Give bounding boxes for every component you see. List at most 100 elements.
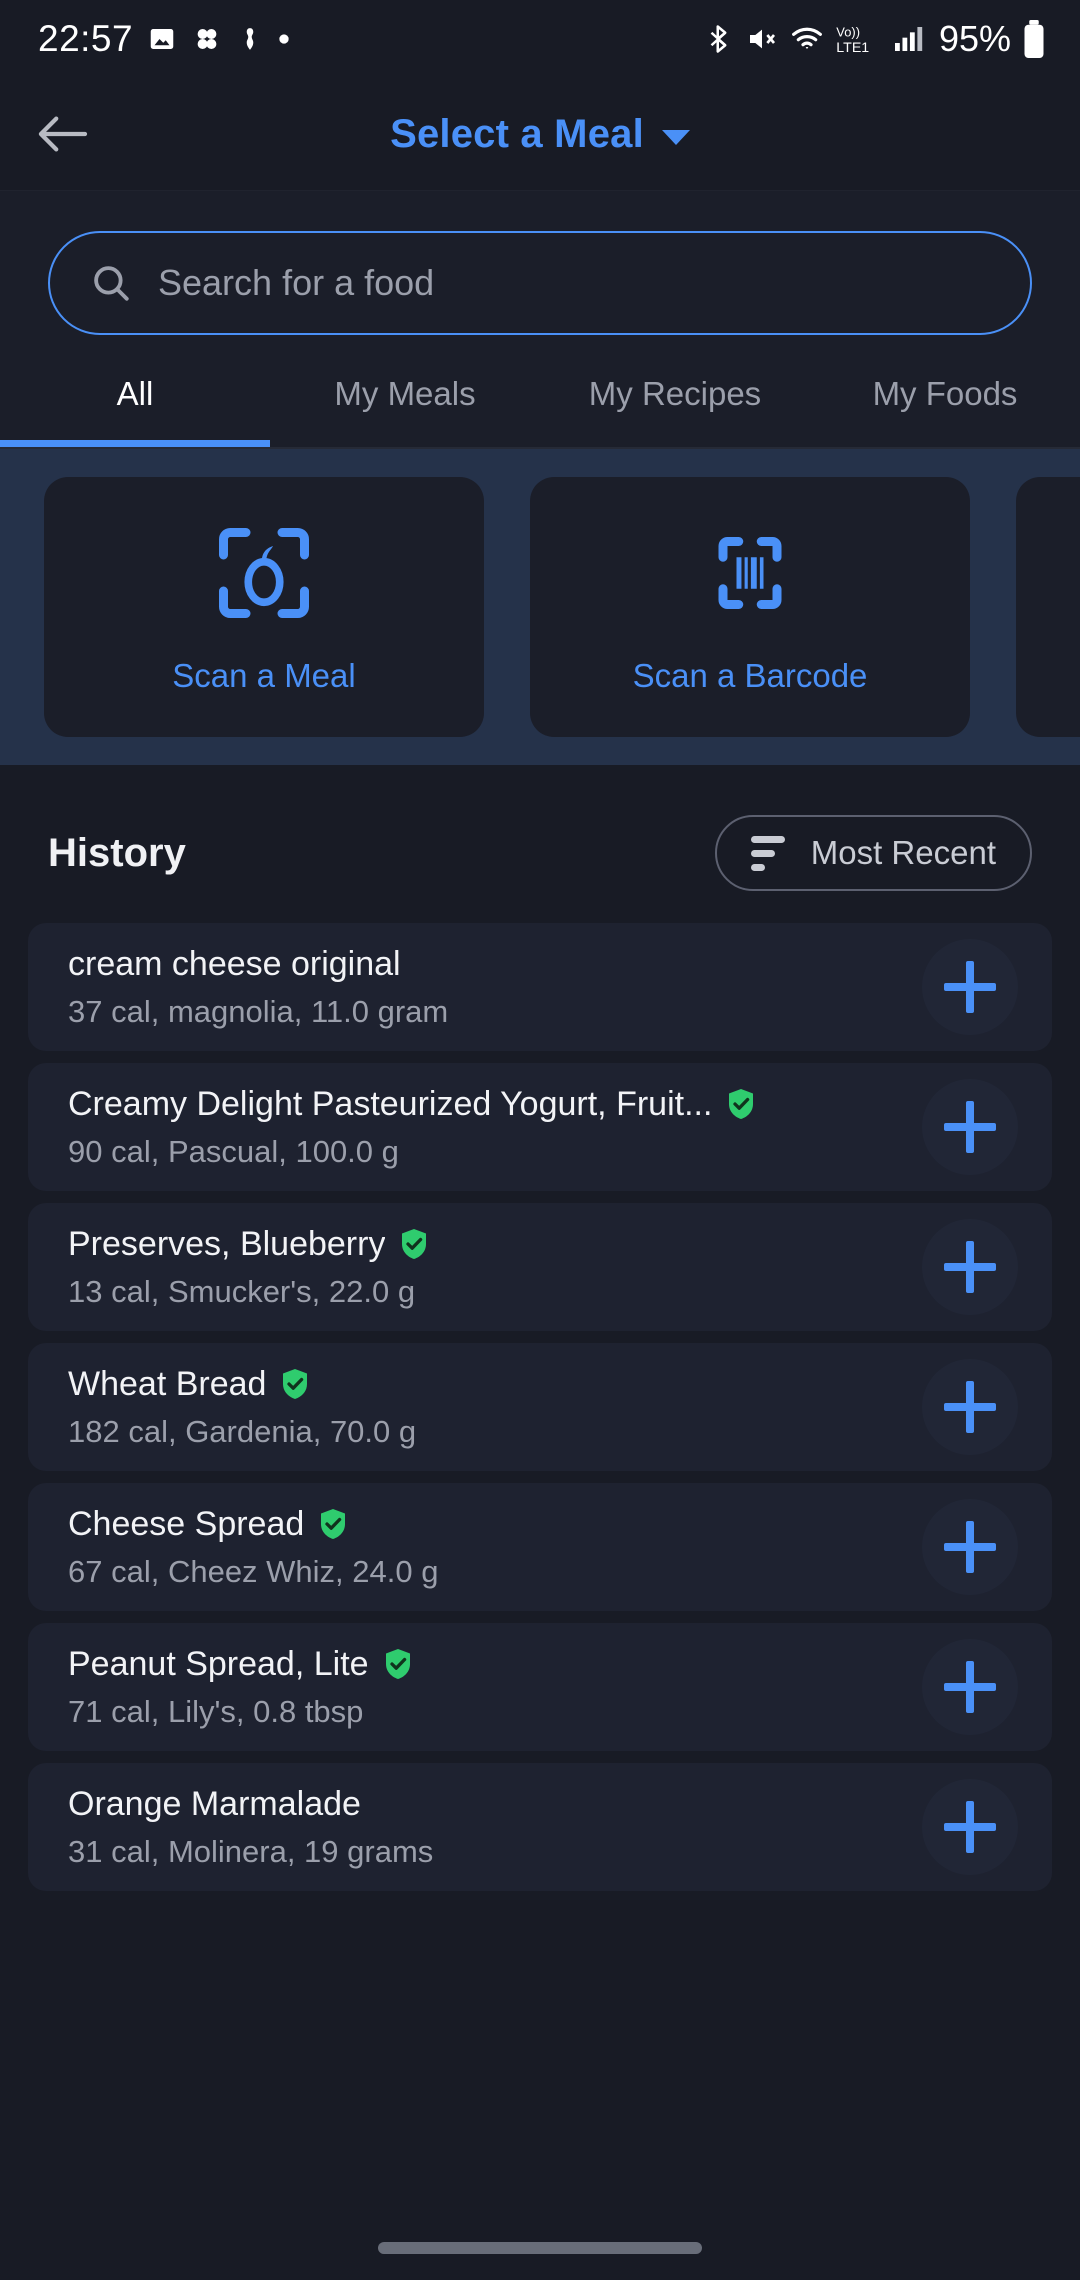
tab-my-recipes[interactable]: My Recipes (540, 375, 810, 447)
plus-icon (944, 1241, 996, 1293)
food-details: 90 cal, Pascual, 100.0 g (68, 1133, 399, 1169)
status-bar-left: 22:57 (38, 18, 291, 60)
verified-badge-icon (402, 1229, 427, 1259)
image-icon (150, 29, 174, 49)
chevron-down-icon[interactable] (661, 129, 690, 145)
back-button[interactable] (14, 86, 110, 182)
wifi-icon (792, 27, 822, 50)
tab-bar: All My Meals My Recipes My Foods (0, 375, 1080, 447)
signal-icon (894, 27, 923, 51)
verified-badge-icon (729, 1089, 754, 1119)
scan-a-barcode-card[interactable]: Scan a Barcode (530, 477, 970, 737)
back-arrow-icon (38, 116, 88, 152)
mute-icon (749, 29, 775, 49)
food-name: Wheat Bread (68, 1364, 267, 1403)
tab-all[interactable]: All (0, 375, 270, 447)
sort-button[interactable]: Most Recent (714, 815, 1032, 891)
food-text: cream cheese original 37 cal, magnolia, … (68, 945, 922, 1030)
food-name: Cheese Spread (68, 1504, 305, 1543)
food-text: Peanut Spread, Lite 71 cal, Lily's, 0.8 … (68, 1645, 922, 1730)
food-text: Creamy Delight Pasteurized Yogurt, Fruit… (68, 1085, 922, 1170)
add-food-button[interactable] (922, 1359, 1018, 1455)
add-food-button[interactable] (922, 939, 1018, 1035)
sort-label: Most Recent (810, 834, 996, 871)
list-item[interactable]: Preserves, Blueberry 13 cal, Smucker's, … (28, 1203, 1052, 1331)
page-title[interactable]: Select a Meal (390, 112, 644, 157)
app-bar-title-group[interactable]: Select a Meal (0, 112, 1080, 157)
plus-icon (944, 1661, 996, 1713)
verified-badge-icon (283, 1369, 308, 1399)
app-bar: Select a Meal (0, 78, 1080, 190)
list-item[interactable]: Wheat Bread 182 cal, Gardenia, 70.0 g (28, 1343, 1052, 1471)
plus-icon (944, 1381, 996, 1433)
food-details: 182 cal, Gardenia, 70.0 g (68, 1413, 417, 1449)
list-item[interactable]: Orange Marmalade 31 cal, Molinera, 19 gr… (28, 1763, 1052, 1891)
search-input[interactable]: Search for a food (48, 231, 1032, 335)
food-name-row: Wheat Bread (68, 1365, 922, 1404)
scan-actions-strip[interactable]: Scan a Meal Scan a Barcode (0, 449, 1080, 765)
status-bar-clock: 22:57 (38, 18, 134, 59)
food-details: 13 cal, Smucker's, 22.0 g (68, 1273, 416, 1309)
search-icon (94, 266, 129, 301)
scan-card-partial[interactable] (1016, 477, 1080, 737)
plus-icon (944, 1101, 996, 1153)
verified-badge-icon (385, 1649, 410, 1679)
food-name: Peanut Spread, Lite (68, 1644, 369, 1683)
scan-a-meal-label: Scan a Meal (172, 657, 356, 694)
list-item[interactable]: cream cheese original 37 cal, magnolia, … (28, 923, 1052, 1051)
search-placeholder: Search for a food (158, 262, 435, 303)
food-text: Preserves, Blueberry 13 cal, Smucker's, … (68, 1225, 922, 1310)
gesture-bar[interactable] (378, 2242, 702, 2254)
food-name-row: Preserves, Blueberry (68, 1225, 922, 1264)
scan-barcode-icon (718, 537, 782, 609)
food-name-row: Creamy Delight Pasteurized Yogurt, Fruit… (68, 1085, 922, 1124)
tab-my-foods[interactable]: My Foods (810, 375, 1080, 447)
food-details: 67 cal, Cheez Whiz, 24.0 g (68, 1553, 439, 1589)
plus-icon (944, 1521, 996, 1573)
history-title: History (48, 830, 186, 875)
plus-icon (944, 961, 996, 1013)
food-details: 31 cal, Molinera, 19 grams (68, 1833, 434, 1869)
sort-descending-icon (750, 835, 785, 871)
svg-text:LTE1: LTE1 (836, 40, 869, 56)
battery-icon (1024, 20, 1044, 58)
food-name: Orange Marmalade (68, 1784, 361, 1823)
tab-active-indicator (0, 440, 270, 447)
svg-text:Vo)): Vo)) (836, 24, 860, 39)
history-header: History Most Recent (0, 765, 1080, 923)
food-name-row: Cheese Spread (68, 1505, 922, 1544)
tab-my-meals[interactable]: My Meals (270, 375, 540, 447)
food-name-row: cream cheese original (68, 945, 922, 984)
food-text: Wheat Bread 182 cal, Gardenia, 70.0 g (68, 1365, 922, 1450)
list-item[interactable]: Creamy Delight Pasteurized Yogurt, Fruit… (28, 1063, 1052, 1191)
food-text: Cheese Spread 67 cal, Cheez Whiz, 24.0 g (68, 1505, 922, 1590)
add-food-button[interactable] (922, 1639, 1018, 1735)
status-bar: 22:57 Vo)) LTE1 95% (0, 0, 1080, 78)
verified-badge-icon (321, 1509, 346, 1539)
scan-meal-icon (219, 528, 309, 618)
plus-icon (944, 1801, 996, 1853)
food-name-row: Peanut Spread, Lite (68, 1645, 922, 1684)
volte-lte1-icon: Vo)) LTE1 (836, 24, 869, 56)
search-section: Search for a food All My Meals My Recipe… (0, 190, 1080, 449)
food-name: Creamy Delight Pasteurized Yogurt, Fruit… (68, 1084, 713, 1123)
add-food-button[interactable] (922, 1779, 1018, 1875)
status-bar-right: Vo)) LTE1 95% (704, 18, 1046, 60)
list-item[interactable]: Cheese Spread 67 cal, Cheez Whiz, 24.0 g (28, 1483, 1052, 1611)
list-item[interactable]: Peanut Spread, Lite 71 cal, Lily's, 0.8 … (28, 1623, 1052, 1751)
dots-icon (197, 29, 217, 49)
scan-a-barcode-label: Scan a Barcode (632, 657, 868, 694)
anchor-icon (246, 28, 254, 50)
add-food-button[interactable] (922, 1219, 1018, 1315)
battery-percent-label: 95% (938, 18, 1011, 59)
bluetooth-icon (710, 25, 727, 53)
food-name: cream cheese original (68, 944, 401, 983)
scan-a-meal-card[interactable]: Scan a Meal (44, 477, 484, 737)
dot-icon (279, 34, 289, 44)
add-food-button[interactable] (922, 1079, 1018, 1175)
food-name: Preserves, Blueberry (68, 1224, 386, 1263)
add-food-button[interactable] (922, 1499, 1018, 1595)
food-details: 71 cal, Lily's, 0.8 tbsp (68, 1693, 364, 1729)
history-list: cream cheese original 37 cal, magnolia, … (0, 923, 1080, 1891)
food-text: Orange Marmalade 31 cal, Molinera, 19 gr… (68, 1785, 922, 1870)
